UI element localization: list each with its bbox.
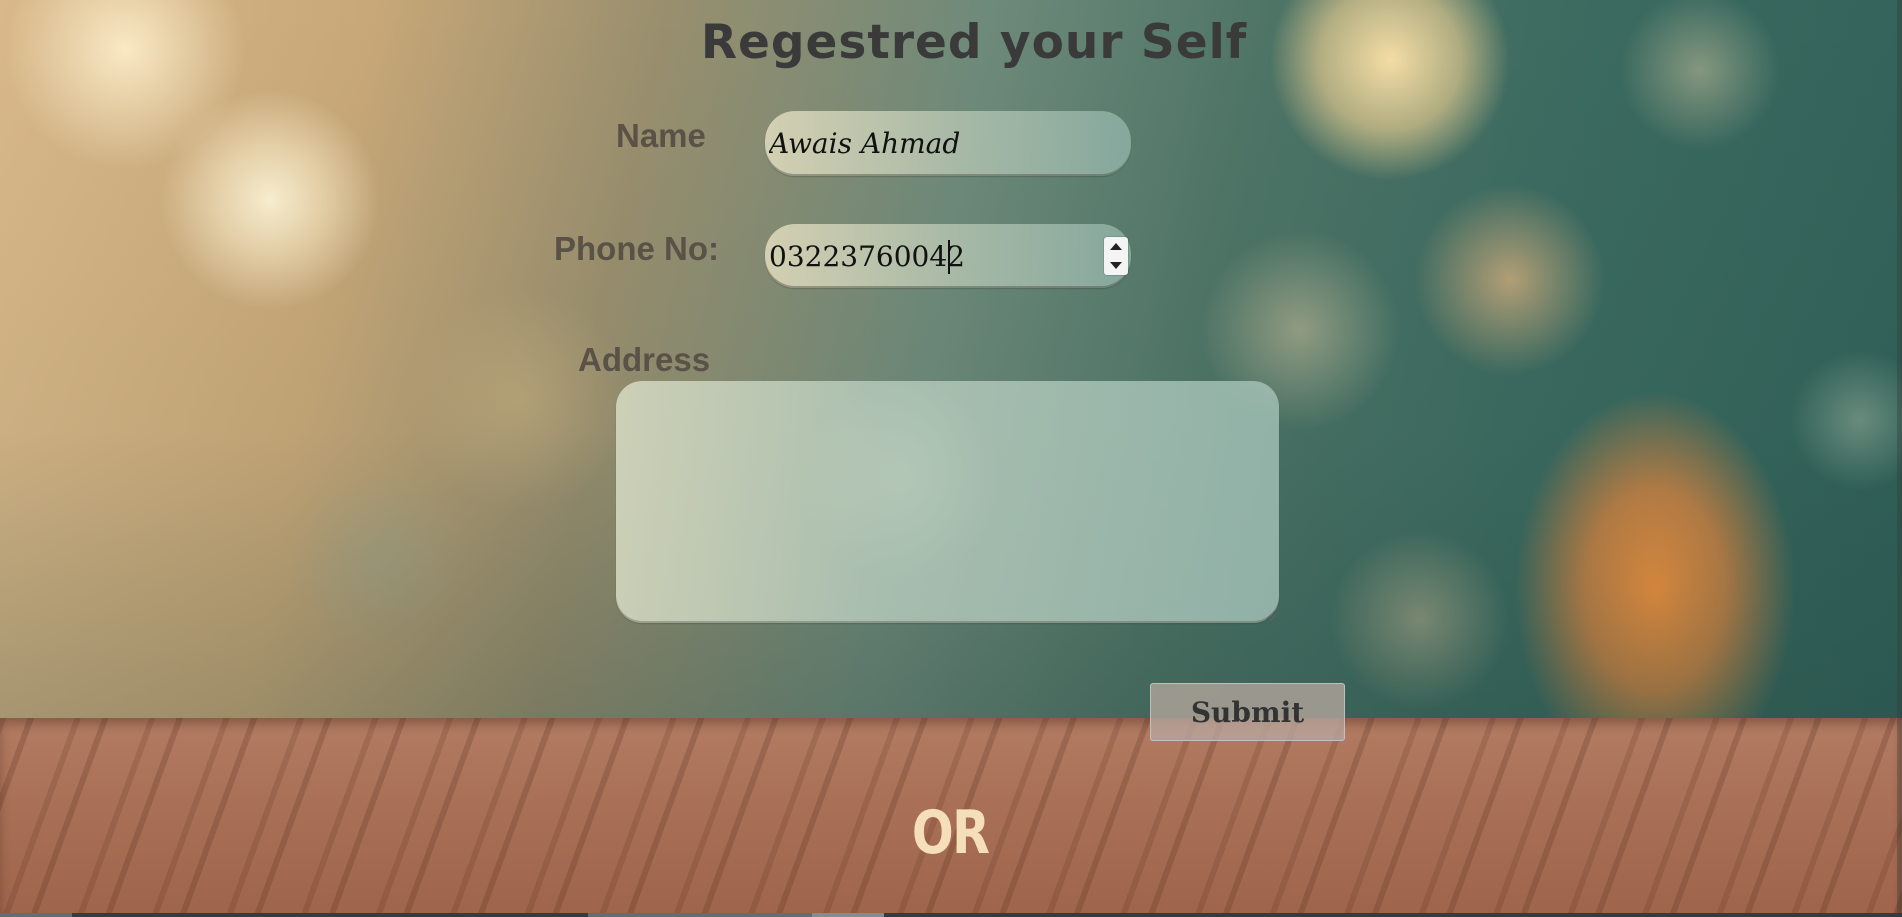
bottom-strip xyxy=(0,913,1902,917)
number-spinner[interactable] xyxy=(1104,237,1128,275)
strip-segment xyxy=(812,913,884,917)
submit-button[interactable]: Submit xyxy=(1150,683,1345,741)
spinner-up-button[interactable] xyxy=(1104,237,1128,256)
vertical-scrollbar[interactable] xyxy=(1897,0,1902,917)
strip-segment xyxy=(588,913,812,917)
phone-field-wrapper xyxy=(765,224,1131,288)
text-caret xyxy=(948,240,950,274)
scrollbar-thumb[interactable] xyxy=(1897,0,1902,917)
address-textarea[interactable] xyxy=(616,381,1279,623)
resize-grip-icon[interactable] xyxy=(1266,610,1276,620)
chevron-up-icon xyxy=(1110,243,1122,250)
strip-segment xyxy=(0,913,72,917)
name-input[interactable] xyxy=(765,111,1131,176)
registration-page: Regestred your Self Name Phone No: Addre… xyxy=(0,0,1902,917)
or-divider-text: OR xyxy=(911,798,990,868)
spinner-down-button[interactable] xyxy=(1104,256,1128,275)
chevron-down-icon xyxy=(1110,262,1122,269)
name-label: Name xyxy=(616,117,706,154)
page-title: Regestred your Self xyxy=(700,15,1248,70)
address-label: Address xyxy=(578,341,711,378)
phone-label: Phone No: xyxy=(554,230,719,267)
